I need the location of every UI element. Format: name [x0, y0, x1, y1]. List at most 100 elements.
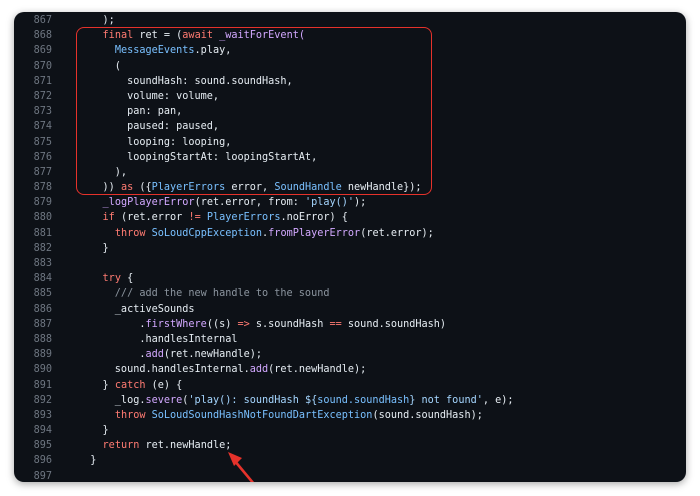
- code-token: (e) {: [145, 379, 183, 391]
- line-number: 895: [33, 440, 52, 452]
- line-number: 887: [33, 318, 52, 330]
- code-token: sound.handlesInternal.: [78, 364, 250, 376]
- code-text: }: [78, 423, 109, 438]
- code-line: 890 sound.handlesInternal.add(ret.newHan…: [14, 362, 686, 377]
- line-number: 870: [33, 60, 52, 72]
- code-token: add: [249, 364, 269, 376]
- code-token: =>: [237, 318, 250, 330]
- code-token: , e);: [482, 394, 514, 406]
- line-number: 894: [33, 425, 52, 437]
- code-token: }: [78, 242, 109, 254]
- line-number: 873: [33, 106, 52, 118]
- code-line: 895 return ret.newHandle;: [14, 438, 686, 453]
- code-token: fromPlayerError: [268, 227, 361, 239]
- line-number: 890: [33, 364, 52, 376]
- line-number: 874: [33, 121, 52, 133]
- code-text: throw SoLoudSoundHashNotFoundDartExcepti…: [78, 408, 483, 423]
- code-text: return ret.newHandle;: [78, 438, 232, 453]
- line-number: 883: [33, 258, 52, 269]
- code-text: .handlesInternal: [78, 332, 237, 347]
- line-number: 884: [33, 273, 52, 285]
- line-number: 879: [33, 197, 52, 209]
- line-number: 877: [33, 166, 52, 178]
- line-number: 886: [33, 303, 52, 315]
- line-number: 896: [33, 455, 52, 467]
- code-token: _activeSounds: [78, 303, 195, 315]
- code-line: 892 _log.severe('play(): soundHash ${sou…: [14, 393, 686, 408]
- line-number: 878: [33, 182, 52, 194]
- line-number: 892: [33, 394, 52, 406]
- code-token: /// add the new handle to the sound: [78, 288, 330, 300]
- code-line: 883: [14, 256, 686, 271]
- code-token: catch: [114, 379, 146, 391]
- code-token: !=: [188, 212, 201, 224]
- line-number: 888: [33, 333, 52, 345]
- code-line: 880 if (ret.error != PlayerErrors.noErro…: [14, 210, 686, 225]
- code-token: (ret.newHandle);: [163, 349, 263, 361]
- code-text: }: [78, 453, 96, 468]
- code-line: 889 .add(ret.newHandle);: [14, 347, 686, 362]
- line-number: 869: [33, 45, 52, 57]
- code-text: /// add the new handle to the sound: [78, 286, 330, 301]
- code-line: 894 }: [14, 423, 686, 438]
- code-line: 881 throw SoLoudCppException.fromPlayerE…: [14, 226, 686, 241]
- code-text: sound.handlesInternal.add(ret.newHandle)…: [78, 362, 367, 377]
- code-line: 867 );: [14, 13, 686, 28]
- line-number: 876: [33, 151, 52, 163]
- code-token: s.soundHash: [249, 318, 330, 330]
- code-text: if (ret.error != PlayerErrors.noError) {: [78, 210, 348, 225]
- line-number: 867: [33, 15, 52, 26]
- code-token: }: [78, 425, 109, 437]
- line-number: 891: [33, 379, 52, 391]
- code-token: }: [78, 379, 115, 391]
- code-line: 885 /// add the new handle to the sound: [14, 286, 686, 301]
- red-arrow-icon: [228, 452, 255, 482]
- code-token: severe: [145, 394, 183, 406]
- code-line: 887 .firstWhere((s) => s.soundHash == so…: [14, 317, 686, 332]
- line-number: 880: [33, 212, 52, 224]
- code-token: } not found': [409, 394, 483, 406]
- code-line: 884 try {: [14, 271, 686, 286]
- code-line: 897: [14, 469, 686, 482]
- code-line: 882 }: [14, 241, 686, 256]
- line-number: 868: [33, 30, 52, 42]
- code-token: 'play(): soundHash ${: [188, 394, 318, 406]
- code-token: ==: [329, 318, 342, 330]
- code-line: 888 .handlesInternal: [14, 332, 686, 347]
- code-token: SoLoudCppException: [151, 227, 263, 239]
- code-token: ((s): [206, 318, 238, 330]
- code-token: SoLoudSoundHashNotFoundDartException: [151, 409, 373, 421]
- code-text: .add(ret.newHandle);: [78, 347, 262, 362]
- line-number: 881: [33, 227, 52, 239]
- code-token: firstWhere: [145, 318, 207, 330]
- code-token: ret.newHandle;: [139, 440, 232, 452]
- code-token: _log.: [78, 394, 146, 406]
- code-token: .handlesInternal: [78, 333, 238, 345]
- code-token: .: [78, 349, 146, 361]
- line-number: 872: [33, 90, 52, 102]
- code-text: _logPlayerError(ret.error, from: 'play()…: [78, 195, 367, 210]
- code-text: );: [78, 13, 115, 28]
- code-token: add: [145, 349, 164, 361]
- code-token: (ret.newHandle);: [268, 364, 367, 376]
- code-text: }: [78, 241, 109, 256]
- highlight-annotation-box: [76, 27, 432, 195]
- code-token: try: [102, 273, 121, 285]
- code-token: if: [102, 212, 115, 224]
- line-number: 875: [33, 136, 52, 148]
- code-token: .: [78, 318, 146, 330]
- code-text: } catch (e) {: [78, 378, 183, 393]
- code-viewer-window: 867 ); 868 final ret = (await _waitForEve…: [14, 12, 686, 482]
- code-text: _log.severe('play(): soundHash ${sound.s…: [78, 393, 514, 408]
- code-token: (ret.error);: [360, 227, 434, 239]
- line-number: 889: [33, 349, 52, 361]
- code-token: PlayerErrors: [206, 212, 281, 224]
- code-token: (ret.error: [114, 212, 189, 224]
- code-token: throw: [114, 227, 146, 239]
- code-line: 896 }: [14, 453, 686, 468]
